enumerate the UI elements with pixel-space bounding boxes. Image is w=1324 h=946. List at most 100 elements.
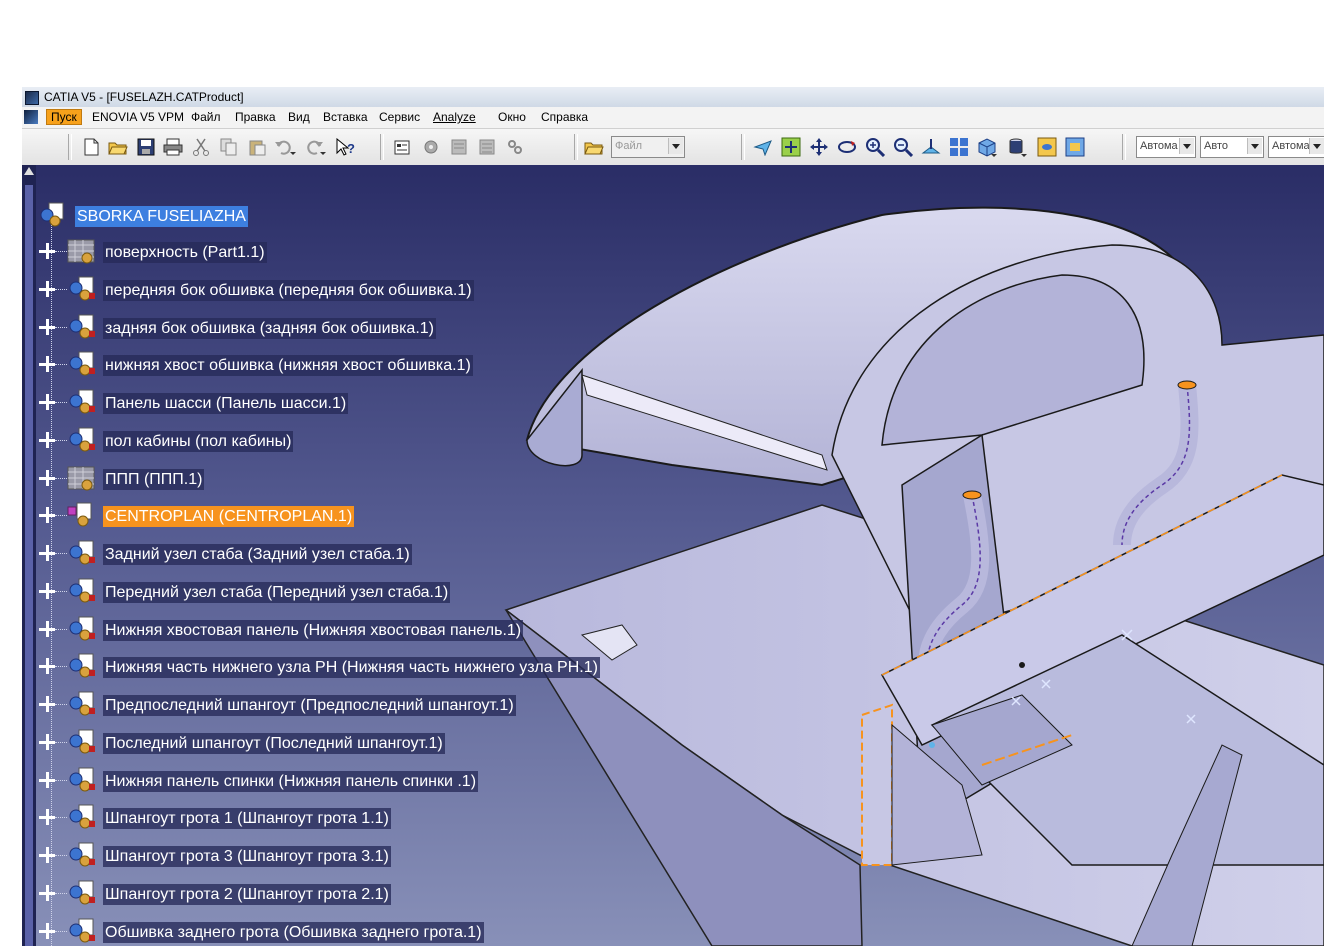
paste-icon[interactable] (246, 136, 268, 158)
3d-viewport[interactable]: SBORKA FUSELIAZHA поверхность (Part1.1) п… (22, 165, 1324, 946)
expand-plus-icon[interactable] (39, 280, 55, 297)
expand-plus-icon[interactable] (39, 847, 55, 863)
cut-icon[interactable] (190, 136, 212, 158)
iso-view-icon[interactable] (976, 136, 998, 158)
tree-node-label[interactable]: ППП (ППП.1) (103, 468, 205, 490)
tools-icon[interactable] (504, 136, 526, 158)
tree-node-label[interactable]: Задний узел стаба (Задний узел стаба.1) (103, 544, 412, 565)
redo-icon[interactable] (304, 136, 326, 158)
multi-view-icon[interactable] (948, 136, 970, 158)
undo-icon[interactable] (274, 136, 296, 158)
menu-start[interactable]: Пуск (46, 109, 82, 125)
tree-node-label[interactable]: Шпангоут грота 1 (Шпангоут грота 1.1) (103, 808, 391, 830)
product-icon (69, 389, 95, 414)
product-icon (69, 691, 95, 716)
tree-node-label[interactable]: Панель шасси (Панель шасси.1) (103, 393, 349, 414)
menu-enovia[interactable]: ENOVIA V5 VPM (88, 110, 188, 124)
component-icon[interactable] (476, 136, 498, 158)
open-folder-icon[interactable] (583, 136, 605, 158)
tree-node-label[interactable]: CENTROPLAN (CENTROPLAN.1) (103, 506, 355, 528)
layer-combo[interactable]: Автома (1268, 136, 1324, 158)
expand-plus-icon[interactable] (39, 507, 55, 524)
chevron-down-icon[interactable] (1309, 138, 1324, 154)
menu-analyze[interactable]: Analyze (429, 110, 480, 124)
scroll-up-icon[interactable] (24, 167, 34, 175)
tree-node-label[interactable]: Шпангоут грота 3 (Шпангоут грота 3.1) (103, 846, 391, 867)
normal-view-icon[interactable] (920, 136, 942, 158)
expand-plus-icon[interactable] (39, 658, 55, 675)
tree-node-label[interactable]: Передний узел стаба (Передний узел стаба… (103, 581, 451, 603)
pan-icon[interactable] (808, 136, 830, 158)
tree-node-label[interactable]: Шпангоут грота 2 (Шпангоут грота 2.1) (103, 883, 391, 905)
tree-node-label[interactable]: Нижняя часть нижнего узла РН (Нижняя час… (103, 657, 600, 679)
toolbar-separator (574, 134, 578, 160)
expand-plus-icon[interactable] (39, 733, 55, 750)
fit-all-icon[interactable] (780, 136, 802, 158)
scroll-thumb[interactable] (25, 185, 33, 946)
tree-node-label[interactable]: Предпоследний шпангоут (Предпоследний шп… (103, 695, 516, 716)
expand-plus-icon[interactable] (39, 582, 55, 599)
tree-node-label[interactable]: нижняя хвост обшивка (нижняя хвост обшив… (103, 355, 473, 377)
tree-node-label[interactable]: Нижняя хвостовая панель (Нижняя хвостова… (103, 619, 524, 641)
product-icon (69, 653, 95, 678)
menu-tools[interactable]: Сервис (375, 110, 424, 124)
tree-root-label[interactable]: SBORKA FUSELIAZHA (75, 206, 248, 227)
copy-icon[interactable] (218, 136, 240, 158)
menu-window[interactable]: Окно (494, 110, 530, 124)
tree-node-label[interactable]: задняя бок обшивка (задняя бок обшивка.1… (103, 317, 436, 339)
line-weight-combo[interactable]: Авто (1200, 136, 1264, 158)
expand-plus-icon[interactable] (39, 394, 55, 410)
zoom-in-icon[interactable] (864, 136, 886, 158)
catalog-icon[interactable] (391, 136, 413, 158)
toolbar-separator (380, 134, 384, 160)
expand-plus-icon[interactable] (39, 620, 55, 637)
new-icon[interactable] (80, 136, 102, 158)
chevron-down-icon[interactable] (668, 138, 683, 154)
tree-node-label[interactable]: поверхность (Part1.1) (103, 242, 267, 263)
line-type-combo[interactable]: Автома (1136, 136, 1196, 158)
catia-compass-icon[interactable] (24, 110, 38, 124)
expand-plus-icon[interactable] (39, 356, 55, 373)
axis-marker (929, 742, 935, 748)
menu-file[interactable]: Файл (187, 110, 225, 124)
expand-plus-icon[interactable] (39, 696, 55, 712)
tree-node-label[interactable]: пол кабины (пол кабины) (103, 430, 294, 452)
expand-plus-icon[interactable] (39, 809, 55, 826)
tree-node-label[interactable]: передняя бок обшивка (передняя бок обшив… (103, 279, 474, 301)
tree-node-label[interactable]: Нижняя панель спинки (Нижняя панель спин… (103, 770, 479, 792)
expand-plus-icon[interactable] (39, 243, 55, 259)
product-icon[interactable] (448, 136, 470, 158)
whats-this-icon[interactable]: ? (334, 136, 356, 158)
shading-icon[interactable] (1006, 136, 1028, 158)
properties-icon[interactable] (420, 136, 442, 158)
chevron-down-icon[interactable] (1247, 138, 1262, 154)
product-icon (69, 276, 95, 301)
expand-plus-icon[interactable] (39, 771, 55, 788)
fly-mode-icon[interactable] (752, 136, 774, 158)
file-combo[interactable]: Файл (611, 136, 685, 158)
menu-edit[interactable]: Правка (231, 110, 280, 124)
line-type-value: Автома (1140, 140, 1178, 152)
expand-plus-icon[interactable] (39, 431, 55, 448)
chevron-down-icon[interactable] (1179, 138, 1194, 154)
rotate-icon[interactable] (836, 136, 858, 158)
tree-node-label[interactable]: Обшивка заднего грота (Обшивка заднего г… (103, 921, 484, 943)
svg-text:?: ? (347, 141, 355, 156)
expand-plus-icon[interactable] (39, 545, 55, 561)
print-icon[interactable] (162, 136, 184, 158)
product-icon (69, 880, 95, 905)
hide-show-icon[interactable] (1036, 136, 1058, 158)
expand-plus-icon[interactable] (39, 469, 55, 486)
menu-view[interactable]: Вид (284, 110, 314, 124)
open-icon[interactable] (107, 136, 129, 158)
tree-scrollbar[interactable] (22, 165, 36, 946)
expand-plus-icon[interactable] (39, 922, 55, 939)
expand-plus-icon[interactable] (39, 318, 55, 335)
menu-help[interactable]: Справка (537, 110, 592, 124)
swap-space-icon[interactable] (1064, 136, 1086, 158)
save-icon[interactable] (135, 136, 157, 158)
menu-insert[interactable]: Вставка (319, 110, 372, 124)
expand-plus-icon[interactable] (39, 884, 55, 901)
zoom-out-icon[interactable] (892, 136, 914, 158)
tree-node-label[interactable]: Последний шпангоут (Последний шпангоут.1… (103, 732, 445, 754)
